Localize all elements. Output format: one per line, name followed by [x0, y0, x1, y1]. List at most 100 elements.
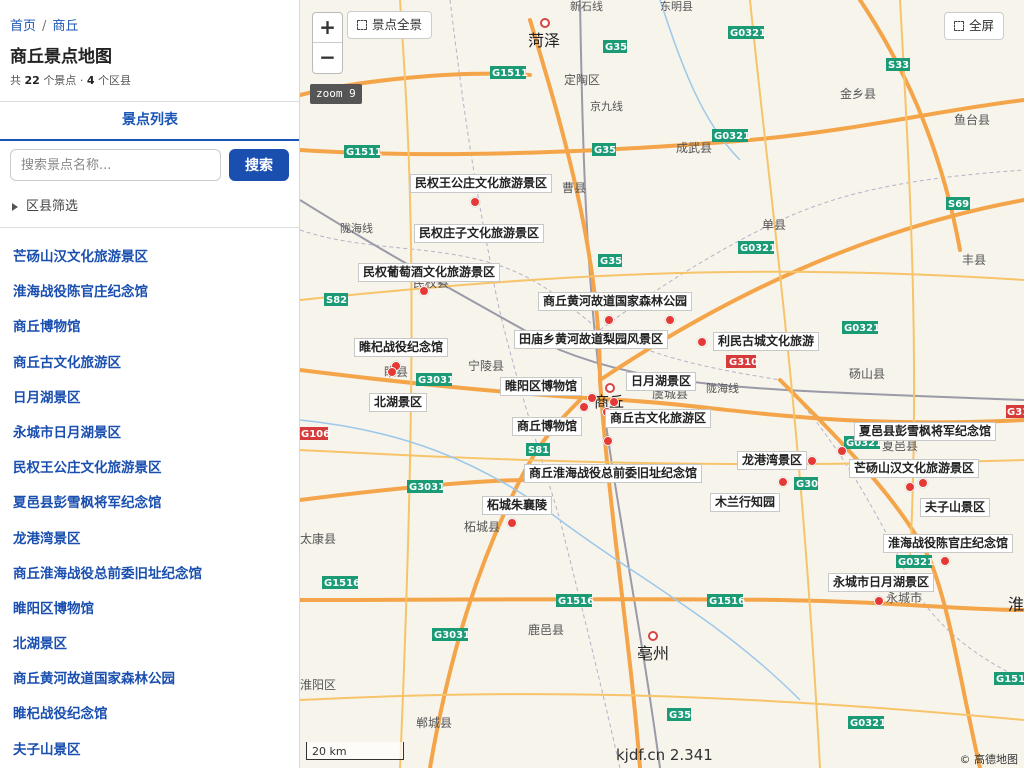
zoom-in-button[interactable]: + — [313, 13, 342, 43]
svg-text:金乡县: 金乡县 — [840, 86, 876, 101]
svg-text:G0321: G0321 — [844, 323, 880, 334]
poi-marker[interactable] — [807, 456, 817, 466]
district-filter-toggle[interactable]: 区县筛选 — [12, 195, 78, 214]
svg-text:G35: G35 — [605, 42, 627, 53]
svg-text:永城市: 永城市 — [886, 590, 922, 605]
poi-label[interactable]: 睢杞战役纪念馆 — [354, 338, 449, 357]
triangle-right-icon — [12, 202, 18, 211]
svg-text:S33: S33 — [888, 60, 909, 71]
poi-label[interactable]: 日月湖景区 — [626, 372, 697, 391]
place-labels: 菏泽 定陶区 曹县 成武县 金乡县 鱼台县 单县 丰县 民权县 宁陵县 睢县 商… — [300, 0, 1024, 730]
svg-text:太康县: 太康县 — [300, 531, 336, 546]
watermark: kjdf.cn 2.341 — [616, 746, 713, 764]
poi-label[interactable]: 芒砀山汉文化旅游景区 — [849, 459, 980, 478]
svg-text:G1516: G1516 — [996, 674, 1024, 685]
breadcrumb: 首页 / 商丘 — [10, 15, 78, 34]
svg-text:淮阳区: 淮阳区 — [300, 678, 336, 692]
list-item[interactable]: 北湖景区 — [0, 627, 299, 662]
page-title: 商丘景点地图 — [10, 47, 112, 67]
list-item[interactable]: 淮海战役陈官庄纪念馆 — [0, 275, 299, 310]
poi-marker[interactable] — [507, 518, 517, 528]
poi-label[interactable]: 夏邑县彭雪枫将军纪念馆 — [854, 422, 997, 441]
poi-label[interactable]: 睢阳区博物馆 — [500, 377, 583, 396]
poi-marker[interactable] — [603, 436, 613, 446]
poi-label[interactable]: 夫子山景区 — [920, 498, 991, 517]
svg-text:夏邑县: 夏邑县 — [882, 439, 918, 453]
list-item[interactable]: 日月湖景区 — [0, 381, 299, 416]
svg-text:成武县: 成武县 — [676, 141, 712, 155]
list-item[interactable]: 商丘黄河故道国家森林公园 — [0, 662, 299, 697]
svg-text:S69: S69 — [948, 199, 969, 210]
svg-text:菏泽: 菏泽 — [528, 31, 560, 50]
breadcrumb-home-link[interactable]: 首页 — [10, 19, 36, 34]
poi-marker[interactable] — [609, 397, 619, 407]
list-item[interactable]: 睢杞战役纪念馆 — [0, 697, 299, 732]
map-view[interactable]: G35 G0321 G1511 G1511 G35 G0321 G35 G032… — [300, 0, 1024, 768]
poi-label[interactable]: 商丘古文化旅游区 — [605, 409, 712, 428]
svg-text:S82: S82 — [326, 295, 347, 306]
svg-text:G3031: G3031 — [434, 630, 470, 641]
poi-label[interactable]: 田庙乡黄河故道梨园风景区 — [514, 330, 669, 349]
svg-text:京九线: 京九线 — [590, 99, 623, 113]
zoom-out-button[interactable]: − — [313, 43, 342, 73]
svg-text:G1511: G1511 — [346, 147, 382, 158]
svg-text:新石线: 新石线 — [570, 0, 603, 13]
poi-label[interactable]: 柘城朱襄陵 — [482, 496, 553, 515]
svg-text:G310: G310 — [729, 357, 758, 368]
poi-marker[interactable] — [665, 315, 675, 325]
poi-label[interactable]: 商丘黄河故道国家森林公园 — [538, 292, 693, 311]
poi-label[interactable]: 商丘淮海战役总前委旧址纪念馆 — [524, 464, 703, 483]
poi-label[interactable]: 北湖景区 — [369, 393, 428, 412]
fit-all-spots-button[interactable]: 景点全景 — [347, 11, 433, 39]
stats-spot-count: 22 — [24, 74, 40, 87]
poi-marker[interactable] — [837, 446, 847, 456]
poi-marker[interactable] — [587, 393, 597, 403]
list-item[interactable]: 睢阳区博物馆 — [0, 592, 299, 627]
poi-marker[interactable] — [940, 556, 950, 566]
poi-marker[interactable] — [778, 477, 788, 487]
poi-marker[interactable] — [419, 286, 429, 296]
list-item[interactable]: 商丘古文化旅游区 — [0, 346, 299, 381]
poi-label[interactable]: 民权庄子文化旅游景区 — [414, 224, 545, 243]
svg-text:G0321: G0321 — [740, 243, 776, 254]
list-item[interactable]: 龙港湾景区 — [0, 522, 299, 557]
poi-marker[interactable] — [579, 402, 589, 412]
list-item[interactable]: 芒砀山汉文化旅游景区 — [0, 240, 299, 275]
list-item[interactable]: 商丘博物馆 — [0, 310, 299, 345]
poi-label[interactable]: 淮海战役陈官庄纪念馆 — [883, 534, 1014, 553]
poi-label[interactable]: 利民古城文化旅游 — [713, 332, 820, 351]
list-item[interactable]: 夫子山景区 — [0, 733, 299, 768]
svg-text:砀山县: 砀山县 — [849, 367, 885, 381]
fullscreen-label: 全屏 — [969, 18, 995, 33]
fullscreen-button[interactable]: 全屏 — [944, 12, 1005, 40]
stats-prefix: 共 — [10, 74, 21, 87]
list-item[interactable]: 民权王公庄文化旅游景区 — [0, 451, 299, 486]
poi-label[interactable]: 民权葡萄酒文化旅游景区 — [358, 263, 501, 282]
search-button[interactable]: 搜索 — [229, 149, 289, 181]
svg-text:G0321: G0321 — [714, 131, 750, 142]
svg-text:定陶区: 定陶区 — [564, 72, 600, 87]
breadcrumb-current-link[interactable]: 商丘 — [52, 19, 78, 34]
poi-label[interactable]: 民权王公庄文化旅游景区 — [410, 174, 553, 193]
poi-marker[interactable] — [874, 596, 884, 606]
search-input[interactable] — [10, 149, 221, 181]
list-item[interactable]: 夏邑县彭雪枫将军纪念馆 — [0, 486, 299, 521]
svg-text:G35: G35 — [600, 256, 622, 267]
poi-marker[interactable] — [387, 367, 397, 377]
poi-label[interactable]: 木兰行知园 — [710, 493, 781, 512]
poi-marker[interactable] — [918, 478, 928, 488]
poi-marker[interactable] — [470, 197, 480, 207]
poi-marker[interactable] — [697, 337, 707, 347]
tab-spot-list[interactable]: 景点列表 — [0, 102, 299, 141]
poi-marker[interactable] — [604, 315, 614, 325]
poi-label[interactable]: 商丘博物馆 — [512, 417, 583, 436]
list-item[interactable]: 永城市日月湖景区 — [0, 416, 299, 451]
poi-label[interactable]: 龙港湾景区 — [737, 451, 808, 470]
poi-label[interactable]: 永城市日月湖景区 — [828, 573, 935, 592]
svg-text:G1516: G1516 — [558, 596, 594, 607]
poi-marker[interactable] — [905, 482, 915, 492]
fullscreen-icon — [954, 21, 964, 31]
svg-text:G35: G35 — [669, 710, 691, 721]
list-item[interactable]: 商丘淮海战役总前委旧址纪念馆 — [0, 557, 299, 592]
svg-text:G3031: G3031 — [418, 375, 454, 386]
